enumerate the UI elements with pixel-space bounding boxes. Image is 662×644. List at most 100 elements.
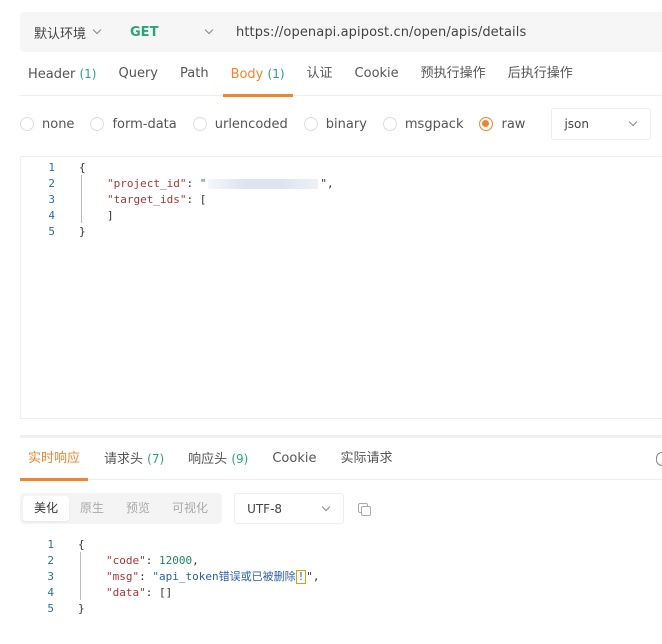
radio-label: msgpack xyxy=(404,116,464,132)
radio-label: binary xyxy=(325,116,367,132)
tab-query[interactable]: Query xyxy=(118,56,158,96)
view-mode-visualize[interactable]: 可视化 xyxy=(161,496,219,521)
panel-resize-divider[interactable] xyxy=(20,435,662,438)
json-key: "project_id" xyxy=(107,176,187,190)
text-cursor-highlight: ! xyxy=(295,570,307,584)
tab-label: 实时响应 xyxy=(28,450,81,466)
code-text: } xyxy=(78,601,85,615)
line-number: 5 xyxy=(47,601,54,615)
code-line: 3 "msg": "api_token错误或已被删除! ", xyxy=(20,568,662,584)
radio-circle-icon xyxy=(303,117,318,131)
radio-binary[interactable]: binary xyxy=(303,116,367,132)
tab-count: (7) xyxy=(147,451,165,466)
line-number: 2 xyxy=(47,553,54,567)
radio-msgpack[interactable]: msgpack xyxy=(382,116,464,132)
view-mode-segmented: 美化 原生 预览 可视化 xyxy=(20,493,223,524)
chevron-down-icon xyxy=(629,117,638,127)
json-punct: , xyxy=(192,553,199,567)
code-line: 4] xyxy=(21,207,662,223)
tab-cookie[interactable]: Cookie xyxy=(355,56,399,96)
tab-label: 响应头 xyxy=(188,451,228,467)
json-key: "code" xyxy=(106,553,146,567)
json-punct: ", xyxy=(320,176,334,190)
radio-checked-icon xyxy=(479,117,494,131)
json-key: "msg" xyxy=(106,570,140,583)
radio-form-data[interactable]: form-data xyxy=(90,117,177,132)
view-mode-raw[interactable]: 原生 xyxy=(69,496,115,521)
tab-label: Cookie xyxy=(272,450,317,466)
radio-circle-icon xyxy=(192,117,207,131)
chevron-down-icon xyxy=(321,502,331,511)
tab-label: 请求头 xyxy=(104,451,144,467)
tab-body[interactable]: Body (1) xyxy=(222,56,293,97)
view-mode-pretty[interactable]: 美化 xyxy=(23,496,70,521)
url-input[interactable]: https://openapi.apipost.cn/open/apis/det… xyxy=(236,25,526,40)
json-punct: ", xyxy=(306,570,320,583)
json-punct: : xyxy=(139,570,153,583)
tab-realtime-response[interactable]: 实时响应 xyxy=(19,440,89,481)
encoding-select[interactable]: UTF-8 xyxy=(234,493,345,524)
copy-icon[interactable] xyxy=(358,502,372,516)
radio-circle-icon xyxy=(90,117,105,131)
chevron-down-icon xyxy=(92,25,102,35)
tab-request-headers[interactable]: 请求头 (7) xyxy=(104,440,164,480)
json-key: "target_ids" xyxy=(107,192,187,206)
radio-urlencoded[interactable]: urlencoded xyxy=(192,116,288,132)
tab-count: (1) xyxy=(79,66,97,81)
code-line: 2 "code": 12000, xyxy=(20,552,662,568)
code-text: } xyxy=(79,224,86,238)
code-text: { xyxy=(79,160,86,174)
method-select[interactable]: GET xyxy=(130,25,206,40)
tab-actual-request[interactable]: 实际请求 xyxy=(340,440,392,480)
line-number: 3 xyxy=(47,569,54,583)
radio-none[interactable]: none xyxy=(20,117,74,132)
code-text: { xyxy=(78,537,85,551)
environment-select[interactable]: 默认环境 xyxy=(34,23,102,42)
tab-auth[interactable]: 认证 xyxy=(307,56,333,96)
json-punct: : [] xyxy=(145,585,173,599)
tab-count: (9) xyxy=(231,451,249,466)
tab-post-script[interactable]: 后执行操作 xyxy=(508,56,573,96)
more-icon[interactable] xyxy=(656,452,662,466)
request-tabs: Header (1) Query Path Body (1) 认证 Cookie… xyxy=(20,56,662,97)
radio-circle-icon xyxy=(382,117,397,131)
code-line: 1{ xyxy=(21,159,662,175)
code-line: 2 "project_id": " ", xyxy=(21,175,662,191)
line-number: 4 xyxy=(48,208,55,222)
tab-response-headers[interactable]: 响应头 (9) xyxy=(188,440,248,480)
json-punct: : xyxy=(186,176,200,190)
code-line: 5} xyxy=(21,223,662,239)
raw-format-value: json xyxy=(564,117,589,131)
line-number: 4 xyxy=(47,585,54,599)
response-view-toolbar: 美化 原生 预览 可视化 UTF-8 xyxy=(20,493,372,524)
json-string: " xyxy=(199,176,207,190)
tab-label: 实际请求 xyxy=(340,450,393,466)
json-punct: : [ xyxy=(186,192,207,206)
code-text: ] xyxy=(107,208,114,222)
radio-label: urlencoded xyxy=(214,116,288,132)
body-type-selector: none form-data urlencoded binary msgpack… xyxy=(20,108,652,140)
tab-label: 认证 xyxy=(306,65,333,81)
tab-header[interactable]: Header (1) xyxy=(28,56,96,96)
tab-label: Cookie xyxy=(354,65,399,81)
view-mode-preview[interactable]: 预览 xyxy=(115,496,161,521)
response-tabs: 实时响应 请求头 (7) 响应头 (9) Cookie 实际请求 xyxy=(19,440,662,481)
line-number: 1 xyxy=(47,537,54,551)
tab-label: Header xyxy=(28,66,76,82)
chevron-down-icon[interactable] xyxy=(204,25,214,35)
raw-format-select[interactable]: json xyxy=(551,108,652,140)
radio-circle-icon xyxy=(20,117,34,131)
json-number: 12000 xyxy=(159,553,193,567)
line-number: 1 xyxy=(48,160,55,174)
tab-pre-script[interactable]: 预执行操作 xyxy=(421,56,486,96)
environment-label: 默认环境 xyxy=(34,26,87,42)
tab-response-cookie[interactable]: Cookie xyxy=(272,440,316,480)
code-line: 5} xyxy=(20,600,662,616)
code-line: 3 "target_ids": [ xyxy=(21,191,662,207)
radio-raw[interactable]: raw xyxy=(479,117,525,132)
request-body-editor[interactable]: 1{ 2 "project_id": " ", 3 "target_ids": [ 4… xyxy=(20,156,662,419)
tab-path[interactable]: Path xyxy=(180,56,209,96)
radio-label: none xyxy=(42,116,75,132)
tab-label: 后执行操作 xyxy=(507,65,573,81)
request-url-bar: 默认环境 GET https://openapi.apipost.cn/open… xyxy=(20,12,662,52)
